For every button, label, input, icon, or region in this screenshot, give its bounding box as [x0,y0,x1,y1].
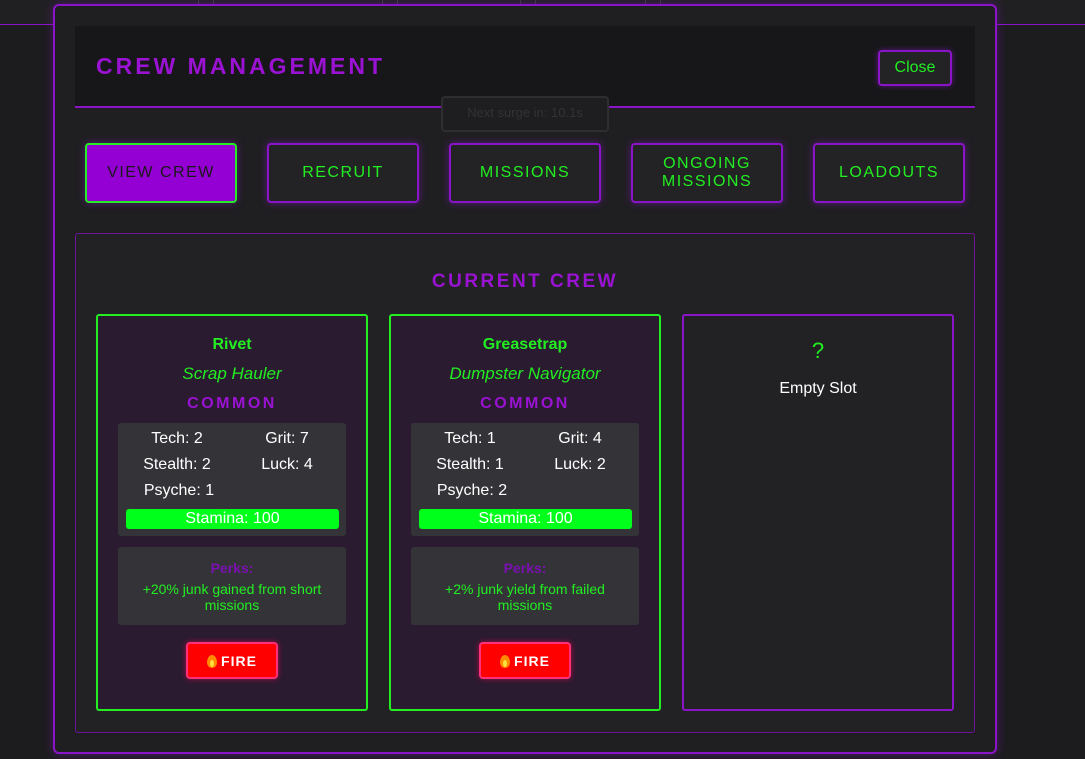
stat-tech: Tech: 2 [151,430,203,447]
crew-rarity: COMMON [480,395,570,412]
question-mark-icon: ? [811,338,825,363]
stat-luck: Luck: 2 [554,456,606,473]
tab-missions[interactable]: MISSIONS [449,143,601,203]
close-button[interactable]: Close [878,50,952,86]
perk-text: +20% junk gained from short missions [142,581,322,613]
crew-role: Scrap Hauler [182,364,282,383]
fire-icon [207,654,218,668]
stat-psyche: Psyche: 1 [143,482,215,499]
crew-role: Dumpster Navigator [449,364,601,383]
crew-name: Greasetrap [482,336,568,353]
current-crew-panel: CURRENT CREW Rivet Scrap Hauler COMMON T… [75,233,975,733]
empty-slot-label: Empty Slot [779,380,857,397]
modal-title: CREW MANAGEMENT [96,53,386,79]
stat-psyche: Psyche: 2 [436,482,508,499]
stat-stealth: Stealth: 1 [436,456,504,473]
crew-stats: Tech: 2 Grit: 7 Stealth: 2 Luck: 4 Psych… [118,423,346,536]
stat-grit: Grit: 7 [265,430,309,447]
crew-card: Rivet Scrap Hauler COMMON Tech: 2 Grit: … [96,314,368,711]
fire-button[interactable]: FIRE [186,642,278,679]
stat-grit: Grit: 4 [558,430,602,447]
perks-box: Perks: +20% junk gained from short missi… [118,547,346,625]
panel-title: CURRENT CREW [431,271,619,292]
stat-stealth: Stealth: 2 [143,456,211,473]
crew-name: Rivet [212,336,252,353]
crew-stats: Tech: 1 Grit: 4 Stealth: 1 Luck: 2 Psych… [411,423,639,536]
crew-tabs: VIEW CREW RECRUIT MISSIONS ONGOING MISSI… [85,143,965,203]
crew-management-modal: CREW MANAGEMENT Close Next surge in: 10.… [53,4,997,754]
tab-ongoing-missions[interactable]: ONGOING MISSIONS [631,143,783,203]
stamina-bar: Stamina: 100 [419,509,632,529]
tab-view-crew[interactable]: VIEW CREW [85,143,237,203]
perks-box: Perks: +2% junk yield from failed missio… [411,547,639,625]
perks-title: Perks: [210,560,254,576]
fire-label: FIRE [221,652,257,669]
fire-label: FIRE [514,652,550,669]
stamina-bar: Stamina: 100 [126,509,339,529]
fire-button[interactable]: FIRE [479,642,571,679]
perks-title: Perks: [503,560,547,576]
stat-tech: Tech: 1 [444,430,496,447]
empty-slot-card[interactable]: ? Empty Slot [682,314,954,711]
fire-icon [500,654,511,668]
perk-text: +2% junk yield from failed missions [445,581,605,613]
crew-card: Greasetrap Dumpster Navigator COMMON Tec… [389,314,661,711]
tab-recruit[interactable]: RECRUIT [267,143,419,203]
tab-loadouts[interactable]: LOADOUTS [813,143,965,203]
stat-luck: Luck: 4 [261,456,313,473]
surge-tooltip: Next surge in: 10.1s [441,96,609,132]
crew-rarity: COMMON [187,395,277,412]
